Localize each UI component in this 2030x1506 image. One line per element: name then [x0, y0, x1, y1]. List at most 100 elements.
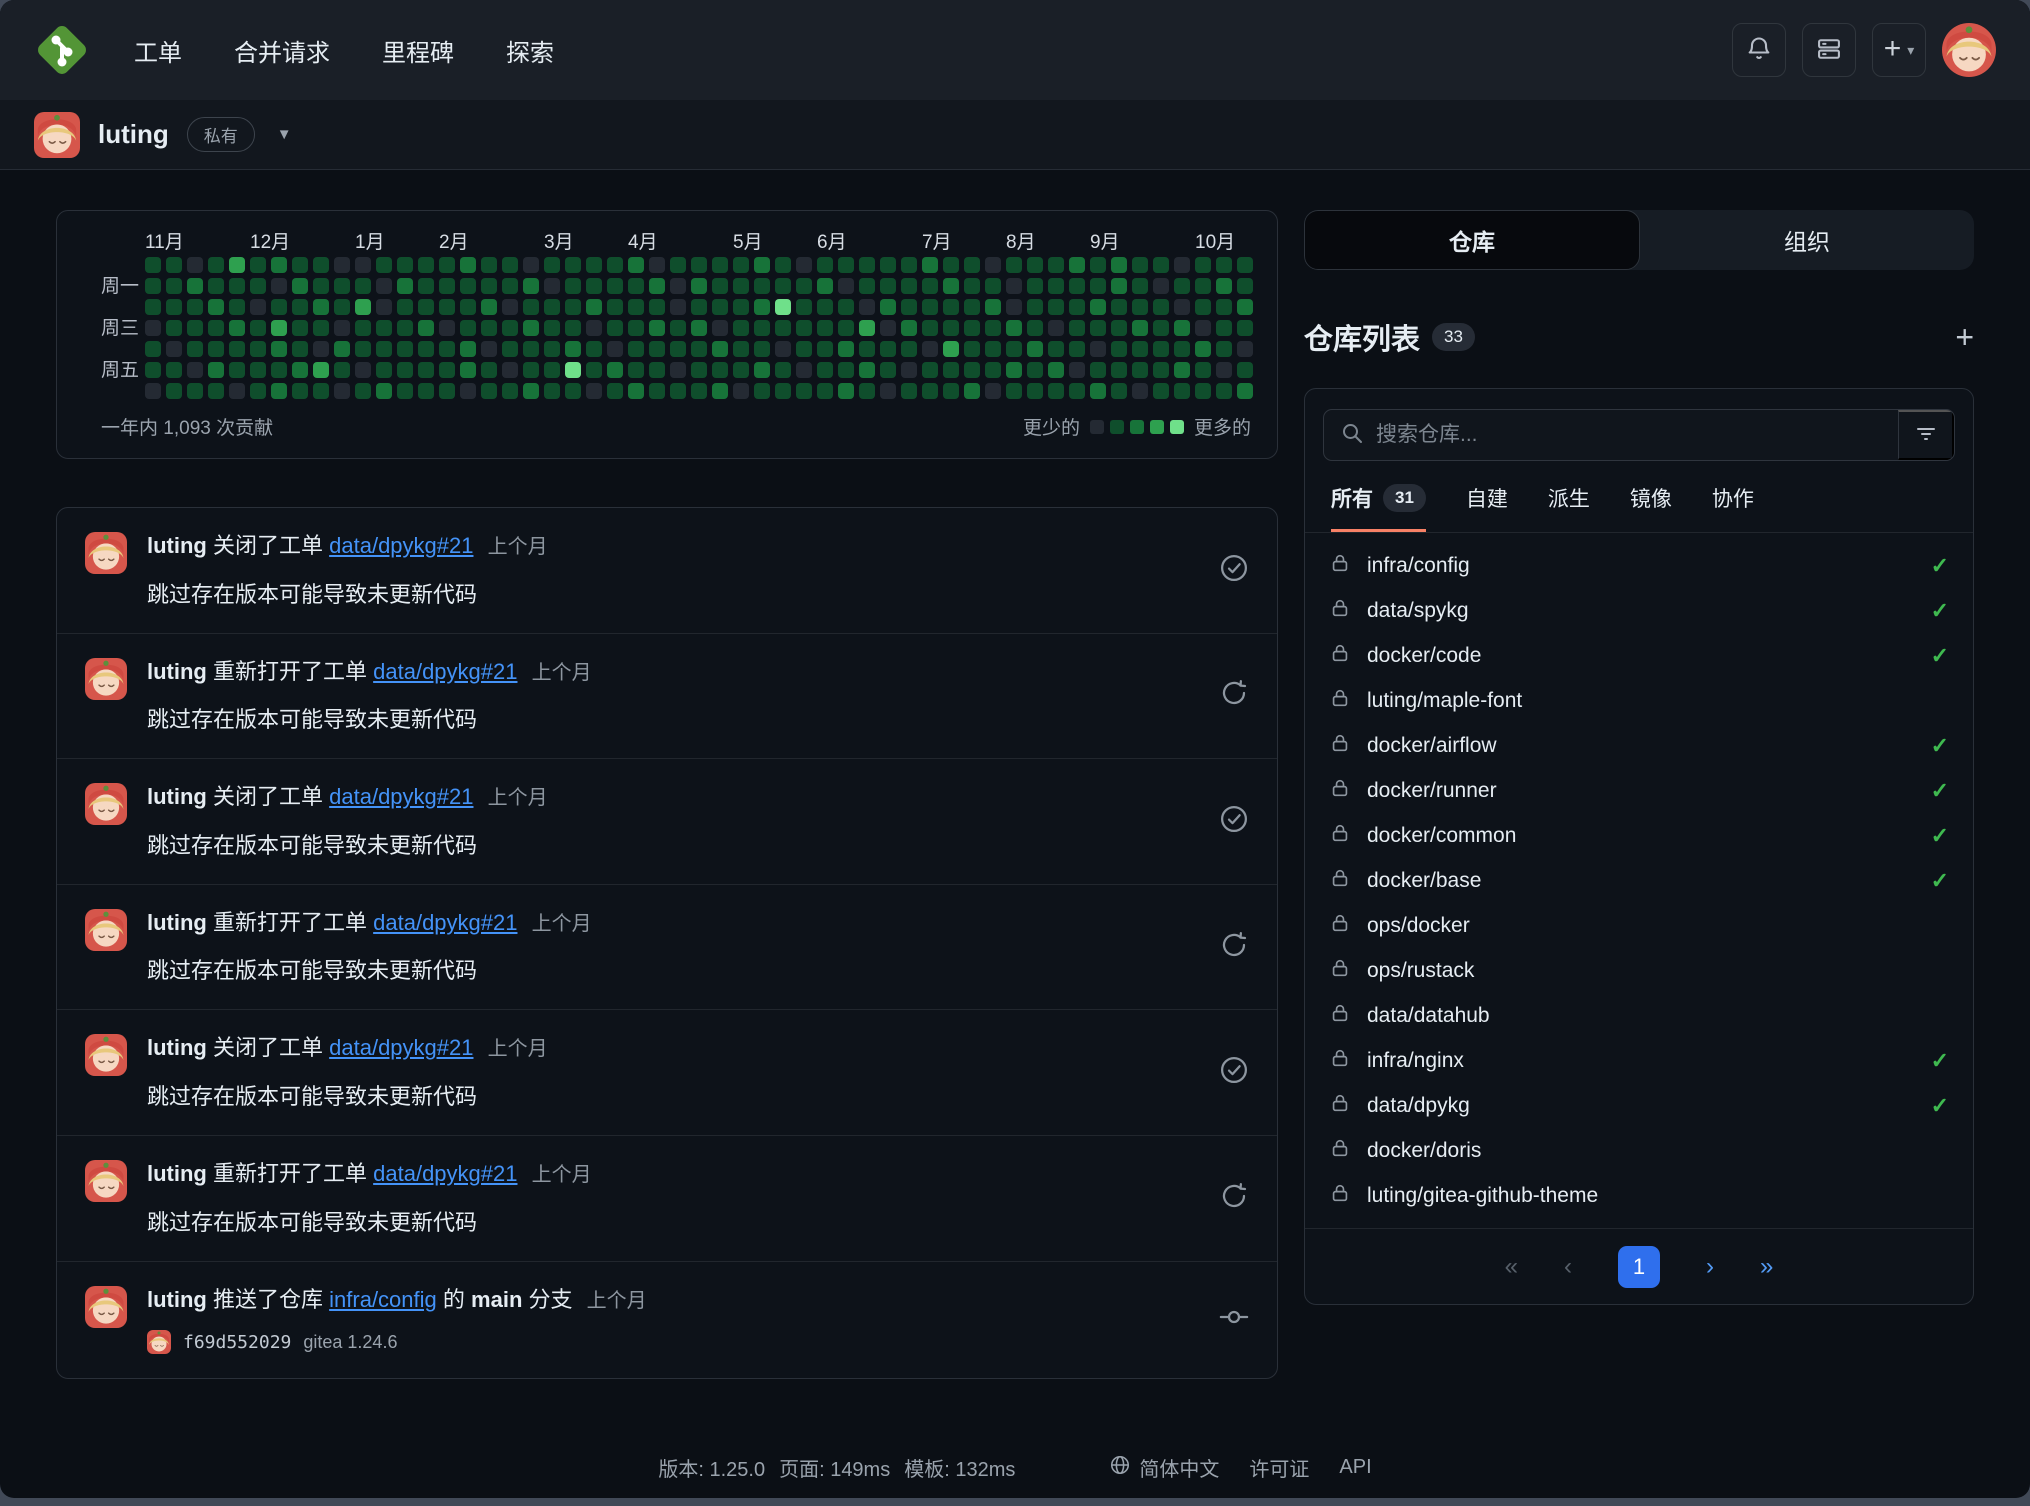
heatmap-cell: [376, 320, 392, 336]
profile-username[interactable]: luting: [98, 119, 169, 150]
heatmap-cell: [1174, 257, 1190, 273]
feed-link[interactable]: data/dpykg#21: [373, 659, 517, 684]
heatmap-cell: [523, 278, 539, 294]
api-link[interactable]: API: [1339, 1456, 1371, 1479]
repo-name[interactable]: infra/config: [1367, 554, 1470, 578]
repo-filter-tab-0[interactable]: 所有31: [1331, 483, 1426, 532]
repo-row[interactable]: infra/config✓: [1305, 543, 1973, 588]
legend-swatch: [1170, 420, 1184, 434]
commit-hash[interactable]: f69d552029: [183, 1332, 291, 1353]
feed-link[interactable]: data/dpykg#21: [373, 910, 517, 935]
profile-avatar[interactable]: [34, 112, 80, 158]
pagination-next[interactable]: ›: [1706, 1253, 1714, 1281]
repo-name[interactable]: data/datahub: [1367, 1004, 1490, 1028]
repo-filter-tab-3[interactable]: 镜像: [1630, 483, 1672, 532]
feed-actor[interactable]: luting: [147, 1161, 207, 1186]
heatmap-cell: [1132, 341, 1148, 357]
feed-avatar[interactable]: [85, 1160, 127, 1202]
repo-search-input[interactable]: [1376, 423, 1882, 447]
feed-avatar[interactable]: [85, 1286, 127, 1328]
heatmap-cell: [859, 299, 875, 315]
repo-row[interactable]: docker/common✓: [1305, 813, 1973, 858]
repo-name[interactable]: docker/base: [1367, 869, 1481, 893]
repo-name[interactable]: docker/common: [1367, 824, 1516, 848]
profile-dropdown-caret-icon[interactable]: ▼: [277, 126, 292, 143]
license-link[interactable]: 许可证: [1249, 1453, 1309, 1482]
heatmap-legend: 更少的 更多的: [1023, 413, 1251, 440]
feed-actor[interactable]: luting: [147, 533, 207, 558]
pagination-last[interactable]: »: [1760, 1253, 1773, 1281]
repo-row[interactable]: data/datahub: [1305, 993, 1973, 1038]
create-new-button[interactable]: + ▾: [1872, 23, 1926, 77]
repo-row[interactable]: docker/code✓: [1305, 633, 1973, 678]
repo-name[interactable]: data/spykg: [1367, 599, 1469, 623]
heatmap-cell: [775, 299, 791, 315]
page-footer: 版本: 1.25.0 页面: 149ms 模板: 132ms 简体中文 许可证 …: [0, 1453, 2030, 1482]
nav-item-0[interactable]: 工单: [134, 40, 182, 67]
repo-row[interactable]: docker/airflow✓: [1305, 723, 1973, 768]
feed-actor[interactable]: luting: [147, 910, 207, 935]
notifications-button[interactable]: [1732, 23, 1786, 77]
pagination-prev[interactable]: ‹: [1564, 1253, 1572, 1281]
feed-link[interactable]: data/dpykg#21: [373, 1161, 517, 1186]
feed-actor[interactable]: luting: [147, 1287, 207, 1312]
heatmap-cell: [397, 341, 413, 357]
repo-row[interactable]: docker/doris: [1305, 1128, 1973, 1173]
admin-panel-button[interactable]: [1802, 23, 1856, 77]
repo-name[interactable]: infra/nginx: [1367, 1049, 1464, 1073]
pagination-current-page[interactable]: 1: [1618, 1246, 1660, 1288]
repo-name[interactable]: docker/runner: [1367, 779, 1497, 803]
heatmap-cell: [1153, 278, 1169, 294]
repo-name[interactable]: luting/gitea-github-theme: [1367, 1184, 1598, 1208]
heatmap-weekday-label: 周三: [101, 321, 139, 337]
repo-row[interactable]: docker/runner✓: [1305, 768, 1973, 813]
feed-actor[interactable]: luting: [147, 784, 207, 809]
feed-link[interactable]: data/dpykg#21: [329, 1035, 473, 1060]
repo-name[interactable]: docker/airflow: [1367, 734, 1497, 758]
feed-avatar[interactable]: [85, 783, 127, 825]
repo-row[interactable]: luting/maple-font: [1305, 678, 1973, 723]
panel-tab-organizations[interactable]: 组织: [1640, 210, 1974, 270]
repo-filter-tab-4[interactable]: 协作: [1712, 483, 1754, 532]
repo-row[interactable]: data/spykg✓: [1305, 588, 1973, 633]
repo-name[interactable]: ops/rustack: [1367, 959, 1474, 983]
repo-filter-button[interactable]: [1898, 410, 1954, 460]
repo-filter-tab-2[interactable]: 派生: [1548, 483, 1590, 532]
repo-row[interactable]: infra/nginx✓: [1305, 1038, 1973, 1083]
repo-row[interactable]: data/dpykg✓: [1305, 1083, 1973, 1128]
heatmap-cell: [1216, 257, 1232, 273]
repo-row[interactable]: ops/docker: [1305, 903, 1973, 948]
feed-avatar[interactable]: [85, 532, 127, 574]
panel-tab-repositories[interactable]: 仓库: [1304, 210, 1640, 270]
repo-name[interactable]: docker/doris: [1367, 1139, 1481, 1163]
gitea-logo-icon[interactable]: [34, 22, 90, 78]
feed-link[interactable]: data/dpykg#21: [329, 533, 473, 558]
user-avatar[interactable]: [1942, 23, 1996, 77]
heatmap-cell: [439, 320, 455, 336]
repo-row[interactable]: docker/base✓: [1305, 858, 1973, 903]
language-selector[interactable]: 简体中文: [1109, 1453, 1219, 1482]
repo-row[interactable]: ops/rustack: [1305, 948, 1973, 993]
repo-name[interactable]: luting/maple-font: [1367, 689, 1522, 713]
heatmap-cell: [292, 299, 308, 315]
add-repo-button[interactable]: +: [1955, 321, 1974, 353]
heatmap-cell: [754, 299, 770, 315]
repo-name[interactable]: docker/code: [1367, 644, 1481, 668]
feed-actor[interactable]: luting: [147, 1035, 207, 1060]
nav-item-1[interactable]: 合并请求: [234, 40, 330, 67]
heatmap-cell: [208, 278, 224, 294]
repo-filter-tab-1[interactable]: 自建: [1466, 483, 1508, 532]
nav-item-2[interactable]: 里程碑: [382, 40, 454, 67]
repo-name[interactable]: ops/docker: [1367, 914, 1470, 938]
nav-item-3[interactable]: 探索: [506, 40, 554, 67]
pagination-first[interactable]: «: [1505, 1253, 1518, 1281]
feed-link[interactable]: infra/config: [329, 1287, 437, 1312]
repo-row[interactable]: luting/gitea-github-theme: [1305, 1173, 1973, 1218]
feed-avatar[interactable]: [85, 909, 127, 951]
heatmap-month-label: 11月: [145, 227, 184, 254]
feed-actor[interactable]: luting: [147, 659, 207, 684]
feed-link[interactable]: data/dpykg#21: [329, 784, 473, 809]
feed-avatar[interactable]: [85, 658, 127, 700]
feed-avatar[interactable]: [85, 1034, 127, 1076]
repo-name[interactable]: data/dpykg: [1367, 1094, 1470, 1118]
